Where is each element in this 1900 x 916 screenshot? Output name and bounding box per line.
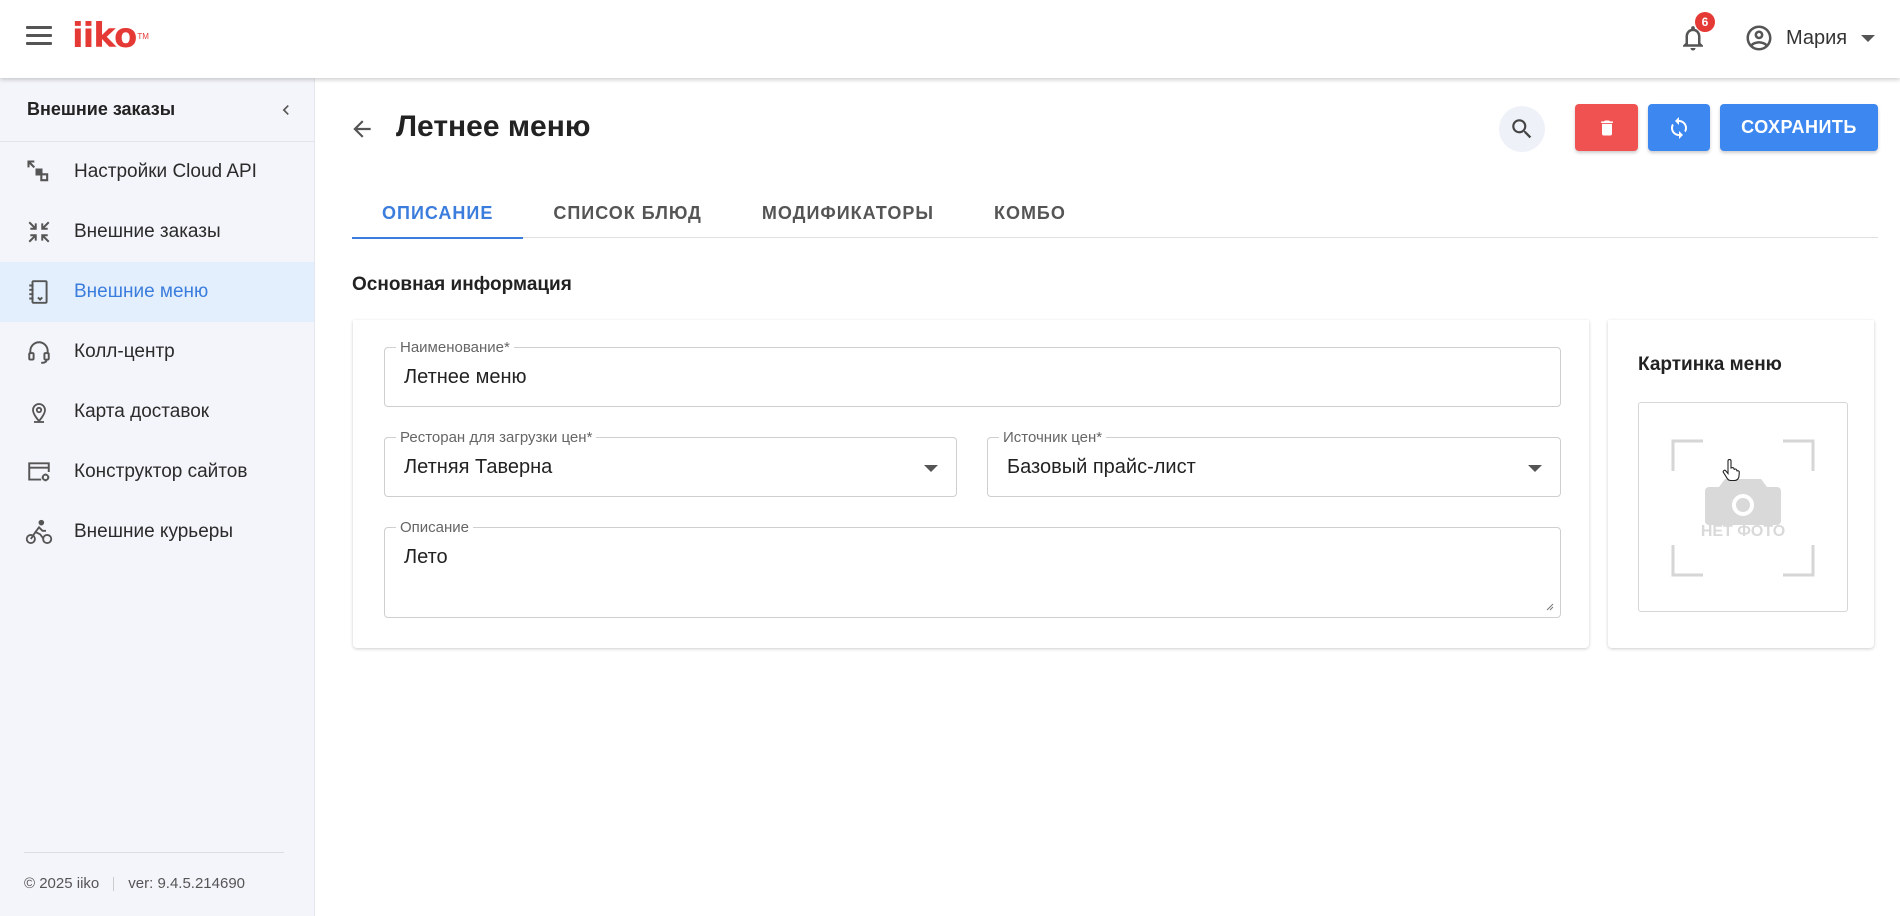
- tab-combo[interactable]: КОМБО: [964, 188, 1096, 238]
- sidebar-item-external-couriers[interactable]: Внешние курьеры: [0, 502, 314, 562]
- save-button[interactable]: СОХРАНИТЬ: [1720, 104, 1878, 151]
- main-content: Летнее меню СОХРАНИТЬ ОПИСАНИЕ СПИСОК БЛ…: [315, 78, 1900, 916]
- sync-icon: [1671, 116, 1687, 139]
- sidebar-footer: © 2025 iiko ver: 9.4.5.214690: [24, 852, 284, 892]
- logo-trademark: TM: [137, 31, 149, 41]
- tab-description[interactable]: ОПИСАНИЕ: [352, 188, 524, 239]
- tab-modifiers[interactable]: МОДИФИКАТОРЫ: [732, 188, 964, 238]
- version: ver: 9.4.5.214690: [128, 875, 246, 892]
- sidebar-item-external-menu[interactable]: Внешние меню: [0, 262, 314, 322]
- restaurant-select[interactable]: Ресторан для загрузки цен* Летняя Таверн…: [384, 429, 957, 497]
- user-menu[interactable]: Мария: [1744, 22, 1876, 54]
- sidebar-item-label: Настройки Cloud API: [74, 161, 257, 182]
- headset-icon: [24, 337, 54, 367]
- search-button[interactable]: [1499, 106, 1545, 152]
- sidebar-item-label: Карта доставок: [74, 401, 210, 422]
- section-title: Основная информация: [352, 274, 572, 295]
- sidebar-title: Внешние заказы: [27, 99, 176, 119]
- name-field-value: Летнее меню: [404, 366, 527, 388]
- sidebar-item-label: Внешние заказы: [74, 221, 221, 242]
- delete-button[interactable]: [1575, 104, 1638, 151]
- sidebar: Внешние заказы Настройки Cloud API Внешн…: [0, 78, 315, 916]
- hand-cursor-icon: [1722, 459, 1740, 481]
- description-textarea[interactable]: Описание Лето: [384, 519, 1561, 618]
- copyright: © 2025 iiko: [24, 875, 100, 892]
- sidebar-item-label: Внешние меню: [74, 281, 209, 302]
- logo-text: iiko: [72, 16, 137, 56]
- dropdown-arrow-icon: [924, 465, 938, 472]
- price-source-select-value: Базовый прайс-лист: [1007, 456, 1196, 478]
- sidebar-item-label: Конструктор сайтов: [74, 461, 248, 482]
- camera-icon: [1705, 479, 1781, 525]
- name-field[interactable]: Наименование* Летнее меню: [384, 339, 1561, 407]
- external-menu-icon: [24, 277, 54, 307]
- restaurant-select-label: Ресторан для загрузки цен*: [396, 429, 597, 446]
- menu-picture-title: Картинка меню: [1638, 354, 1782, 375]
- menu-icon[interactable]: [26, 26, 52, 48]
- image-frame-icon: [1671, 439, 1815, 577]
- sync-button[interactable]: [1648, 104, 1710, 151]
- user-name: Мария: [1786, 26, 1848, 49]
- external-orders-icon: [24, 217, 54, 247]
- chevron-left-icon[interactable]: [276, 100, 296, 120]
- no-photo-label: НЕТ ФОТО: [1700, 523, 1786, 540]
- footer-divider: [113, 876, 115, 891]
- tab-dish-list[interactable]: СПИСОК БЛЮД: [523, 188, 731, 238]
- menu-picture-card: Картинка меню НЕТ ФОТО: [1608, 320, 1874, 648]
- chevron-down-icon: [1861, 34, 1876, 42]
- sidebar-header: Внешние заказы: [0, 78, 314, 142]
- sidebar-item-label: Колл-центр: [74, 341, 175, 362]
- tab-bar: ОПИСАНИЕ СПИСОК БЛЮД МОДИФИКАТОРЫ КОМБО: [352, 188, 1878, 239]
- account-circle-icon: [1746, 25, 1772, 51]
- cloud-api-settings-icon: [24, 157, 54, 187]
- price-source-select[interactable]: Источник цен* Базовый прайс-лист: [987, 429, 1561, 497]
- dropdown-arrow-icon: [1528, 465, 1542, 472]
- notification-badge: 6: [1695, 12, 1715, 32]
- menu-picture-upload[interactable]: НЕТ ФОТО: [1638, 402, 1848, 612]
- restaurant-select-value: Летняя Таверна: [404, 456, 553, 478]
- iiko-logo[interactable]: iiko TM: [72, 16, 149, 56]
- resize-handle-icon[interactable]: [1544, 601, 1554, 611]
- sidebar-item-site-builder[interactable]: Конструктор сайтов: [0, 442, 314, 502]
- sidebar-item-delivery-map[interactable]: Карта доставок: [0, 382, 314, 442]
- sidebar-item-label: Внешние курьеры: [74, 521, 233, 542]
- courier-bike-icon: [24, 517, 54, 547]
- description-textarea-label: Описание: [396, 519, 474, 536]
- price-source-select-label: Источник цен*: [999, 429, 1107, 446]
- search-icon: [1512, 119, 1532, 139]
- site-builder-icon: [24, 457, 54, 487]
- sidebar-item-call-center[interactable]: Колл-центр: [0, 322, 314, 382]
- map-pin-icon: [24, 397, 54, 427]
- arrow-back-icon[interactable]: [349, 116, 375, 142]
- top-app-bar: iiko TM 6 Мария: [0, 0, 1900, 78]
- page-title: Летнее меню: [396, 110, 591, 143]
- sidebar-item-cloud-api[interactable]: Настройки Cloud API: [0, 142, 314, 202]
- info-card: Наименование* Летнее меню Ресторан для з…: [353, 320, 1589, 648]
- trash-icon: [1600, 120, 1613, 135]
- name-field-label: Наименование*: [396, 339, 514, 356]
- sidebar-item-external-orders[interactable]: Внешние заказы: [0, 202, 314, 262]
- description-textarea-value: Лето: [404, 546, 448, 568]
